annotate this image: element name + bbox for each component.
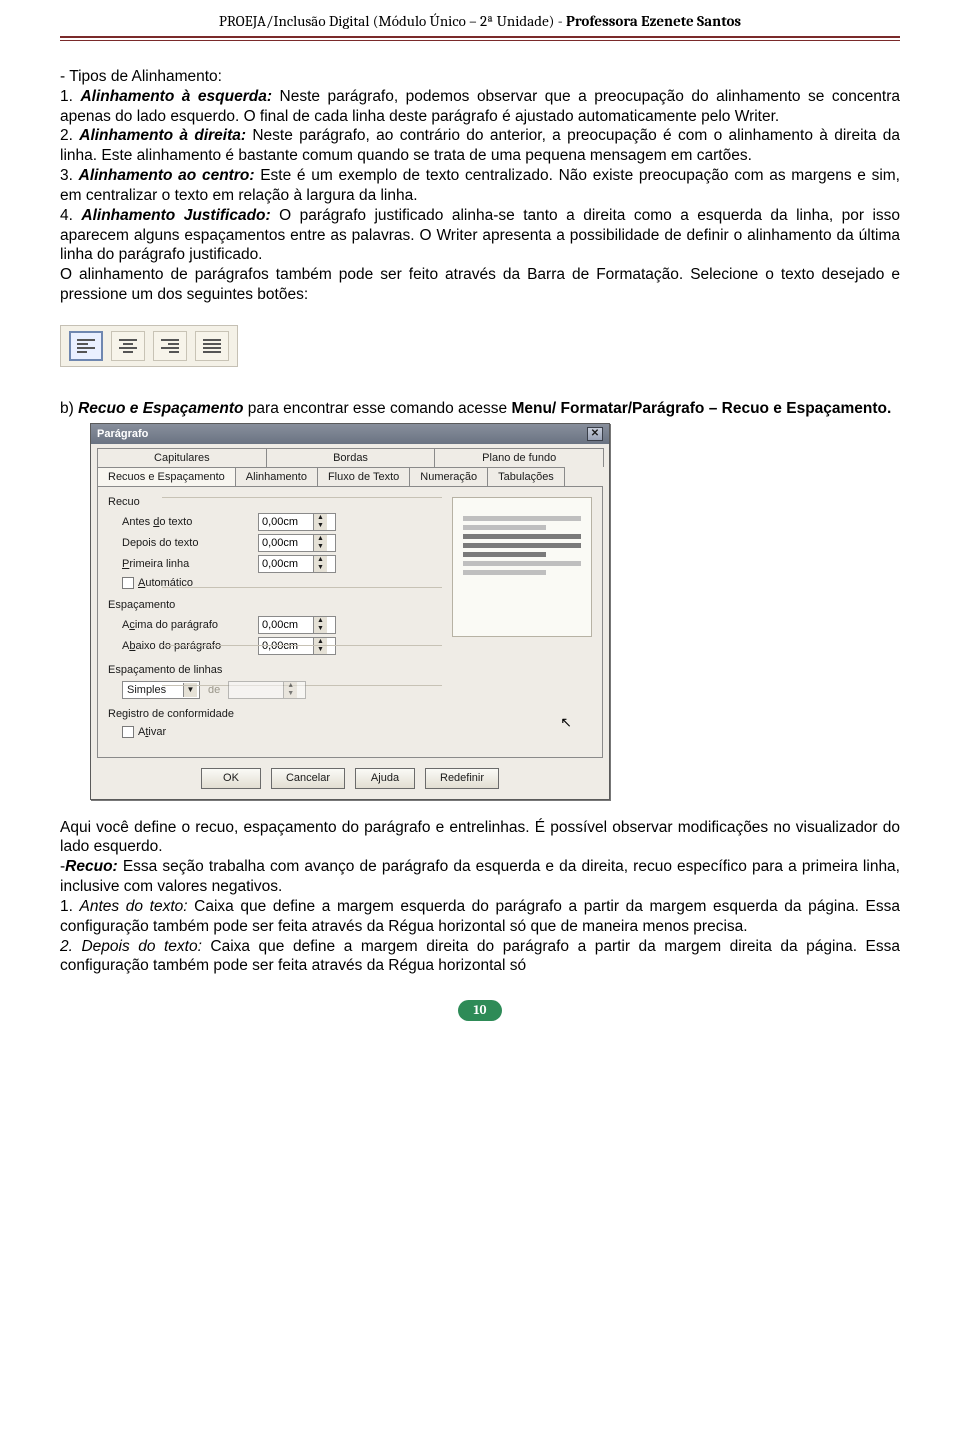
align-right-button[interactable] [153,331,187,361]
spin-antes-do-texto[interactable]: ▲▼ [258,513,336,531]
para-align-justify: 4. Alinhamento Justificado: O parágrafo … [60,206,900,265]
spin-down-icon[interactable]: ▼ [313,625,327,633]
cursor-icon: ↖ [560,714,572,732]
help-button[interactable]: Ajuda [355,768,415,788]
spin-primeira-linha[interactable]: ▲▼ [258,555,336,573]
spin-de-valor: ▲▼ [228,681,306,699]
input-depois-do-texto[interactable] [259,535,313,551]
label-ativar: Ativar [108,725,258,739]
spin-acima-paragrafo[interactable]: ▲▼ [258,616,336,634]
para-align-right: 2. Alinhamento à direita: Neste parágraf… [60,126,900,166]
tab-fluxo-de-texto[interactable]: Fluxo de Texto [317,467,410,486]
cancel-button[interactable]: Cancelar [271,768,345,788]
dialog-title: Parágrafo [97,427,148,441]
input-abaixo-paragrafo[interactable] [259,638,313,654]
para-recuo-espacamento-intro: b) Recuo e Espaçamento para encontrar es… [60,399,900,419]
input-antes-do-texto[interactable] [259,514,313,530]
input-acima-paragrafo[interactable] [259,617,313,633]
align-justify-icon [203,339,221,353]
page-number: 10 [458,1000,502,1021]
group-espacamento-linhas: Espaçamento de linhas [108,663,592,677]
heading-tipos: - Tipos de Alinhamento: [60,67,900,87]
dialog-titlebar: Parágrafo ✕ [91,424,609,444]
header-teacher: Professora Ezenete Santos [566,12,741,30]
tab-alinhamento[interactable]: Alinhamento [235,467,318,486]
checkbox-ativar[interactable] [122,726,134,738]
spin-down-icon[interactable]: ▼ [313,543,327,551]
header-rule [60,36,900,41]
align-left-button[interactable] [69,331,103,361]
label-antes-do-texto: Antes do texto [108,515,258,529]
align-left-icon [77,339,95,353]
label-automatico: Automático [108,576,258,590]
para-define-recuo: Aqui você define o recuo, espaçamento do… [60,818,900,858]
spin-depois-do-texto[interactable]: ▲▼ [258,534,336,552]
label-primeira-linha: Primeira linha [108,557,258,571]
group-registro: Registro de conformidade [108,707,592,721]
para-antes-do-texto: 1. Antes do texto: Caixa que define a ma… [60,897,900,937]
tab-bordas[interactable]: Bordas [266,448,436,467]
spin-up-icon[interactable]: ▲ [313,514,327,522]
align-toolbar [60,325,238,367]
label-depois-do-texto: Depois do texto [108,536,258,550]
input-primeira-linha[interactable] [259,556,313,572]
spin-down-icon[interactable]: ▼ [313,522,327,530]
spin-abaixo-paragrafo[interactable]: ▲▼ [258,637,336,655]
label-abaixo-paragrafo: Abaixo do parágrafo [108,639,258,653]
para-recuo-def: -Recuo: Essa seção trabalha com avanço d… [60,857,900,897]
para-align-center: 3. Alinhamento ao centro: Este é um exem… [60,166,900,206]
dialog-body: Recuo Antes do texto ▲▼ Depois do texto … [97,486,603,758]
spin-up-icon[interactable]: ▲ [313,556,327,564]
dropdown-espacamento-linhas[interactable]: Simples ▼ [122,681,200,699]
align-justify-button[interactable] [195,331,229,361]
reset-button[interactable]: Redefinir [425,768,499,788]
label-acima-paragrafo: Acima do parágrafo [108,618,258,632]
spin-down-icon[interactable]: ▼ [313,564,327,572]
tab-recuos-espacamento[interactable]: Recuos e Espaçamento [97,467,236,486]
tab-capitulares[interactable]: Capitulares [97,448,267,467]
spin-up-icon[interactable]: ▲ [313,535,327,543]
para-depois-do-texto: 2. Depois do texto: Caixa que define a m… [60,937,900,977]
para-align-left: 1. Alinhamento à esquerda: Neste parágra… [60,87,900,127]
dialog-paragrafo: Parágrafo ✕ Capitulares Bordas Plano de … [90,423,610,800]
align-right-icon [161,339,179,353]
spin-up-icon[interactable]: ▲ [313,617,327,625]
ok-button[interactable]: OK [201,768,261,788]
align-center-icon [119,339,137,353]
checkbox-automatico[interactable] [122,577,134,589]
tab-plano-de-fundo[interactable]: Plano de fundo [434,448,604,467]
paragraph-preview [452,497,592,637]
align-center-button[interactable] [111,331,145,361]
page-header: PROEJA/Inclusão Digital (Módulo Único – … [60,0,900,34]
spin-down-icon[interactable]: ▼ [313,646,327,654]
header-left: PROEJA/Inclusão Digital (Módulo Único – … [219,12,566,30]
para-barra-formatacao: O alinhamento de parágrafos também pode … [60,265,900,305]
tab-numeracao[interactable]: Numeração [409,467,488,486]
tab-tabulacoes[interactable]: Tabulações [487,467,565,486]
close-icon[interactable]: ✕ [587,427,603,441]
dropdown-value: Simples [127,683,166,697]
